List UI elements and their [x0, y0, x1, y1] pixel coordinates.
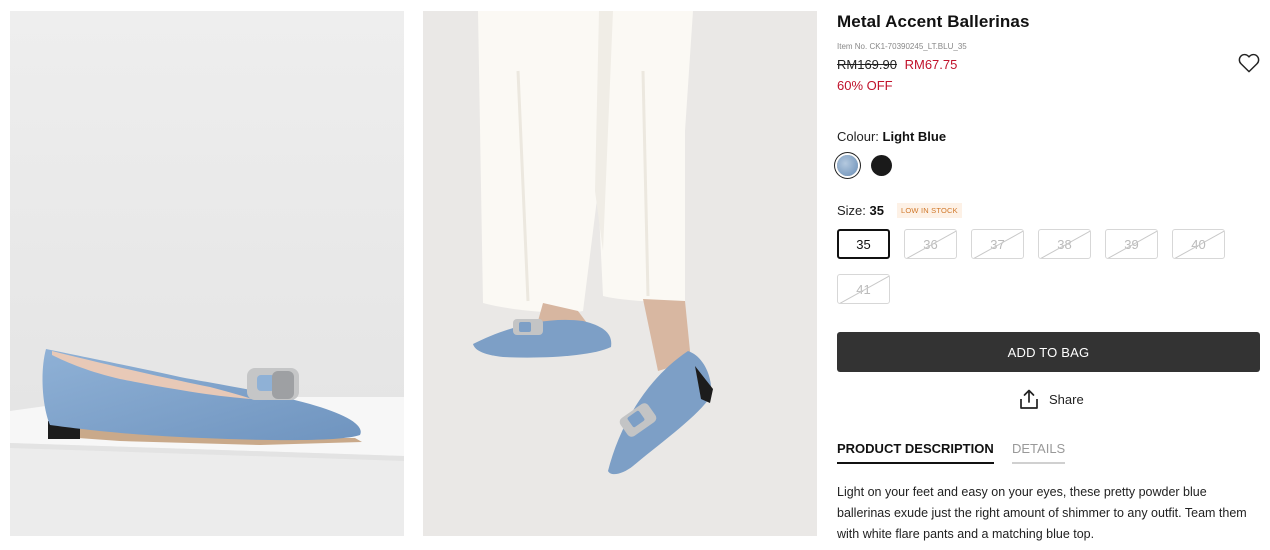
add-to-bag-button[interactable]: ADD TO BAG	[837, 332, 1260, 372]
colour-swatch-black[interactable]	[871, 155, 892, 176]
product-info-panel: Metal Accent Ballerinas Item No. CK1-703…	[837, 0, 1260, 550]
size-option-35[interactable]: 35	[837, 229, 890, 259]
share-icon	[1020, 389, 1038, 409]
size-label: Size: 35	[837, 203, 884, 218]
size-option-39[interactable]: 39	[1105, 229, 1158, 259]
model-wearing-shoes-illustration	[423, 11, 817, 536]
selected-size: 35	[869, 203, 884, 218]
product-image-main[interactable]	[10, 11, 404, 536]
colour-swatch-light-blue[interactable]	[837, 155, 858, 176]
original-price: RM169.90	[837, 57, 897, 72]
sale-price: RM67.75	[904, 57, 958, 72]
share-button[interactable]: Share	[1018, 386, 1084, 412]
colour-label: Colour: Light Blue	[837, 129, 946, 144]
size-option-36[interactable]: 36	[904, 229, 957, 259]
shoe-on-block-illustration	[10, 11, 404, 536]
discount-label: 60% OFF	[837, 78, 893, 93]
colour-label-text: Colour:	[837, 129, 879, 144]
price-row: RM169.90 RM67.75	[837, 57, 957, 72]
size-option-38[interactable]: 38	[1038, 229, 1091, 259]
product-title: Metal Accent Ballerinas	[837, 12, 1030, 31]
tab-details[interactable]: DETAILS	[1012, 441, 1066, 464]
share-label: Share	[1049, 391, 1084, 407]
size-option-41[interactable]: 41	[837, 274, 890, 304]
selected-colour: Light Blue	[882, 129, 947, 144]
item-number: Item No. CK1-70390245_LT.BLU_35	[837, 42, 967, 51]
size-option-37[interactable]: 37	[971, 229, 1024, 259]
heart-icon	[1238, 53, 1260, 73]
tab-product-description[interactable]: PRODUCT DESCRIPTION	[837, 441, 994, 464]
wishlist-button[interactable]	[1238, 53, 1260, 73]
size-label-text: Size:	[837, 203, 866, 218]
product-image-model[interactable]	[423, 11, 817, 536]
stock-badge: LOW IN STOCK	[897, 203, 962, 218]
size-option-40[interactable]: 40	[1172, 229, 1225, 259]
product-description: Light on your feet and easy on your eyes…	[837, 485, 1247, 541]
